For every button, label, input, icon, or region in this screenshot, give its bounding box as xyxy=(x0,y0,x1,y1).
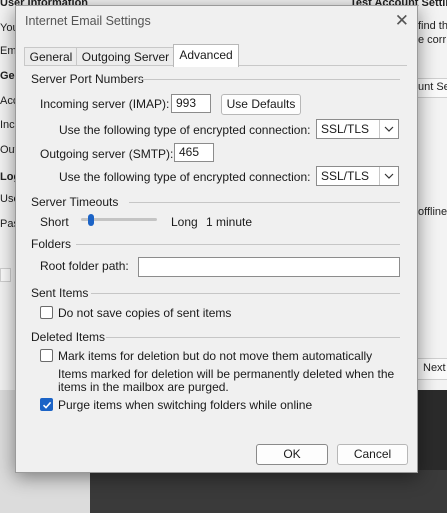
bg-checkbox xyxy=(0,268,11,282)
encryption-label: Use the following type of encrypted conn… xyxy=(59,170,311,184)
divider xyxy=(106,337,400,338)
deletion-note-line2: items in the mailbox are purged. xyxy=(58,380,229,394)
outgoing-port-input[interactable]: 465 xyxy=(174,143,214,162)
root-folder-label: Root folder path: xyxy=(40,259,129,273)
divider xyxy=(140,79,400,80)
divider xyxy=(76,244,400,245)
root-folder-input[interactable] xyxy=(138,257,400,277)
ok-button[interactable]: OK xyxy=(256,444,328,465)
incoming-port-input[interactable]: 993 xyxy=(171,94,211,113)
cancel-button[interactable]: Cancel xyxy=(337,444,408,465)
outgoing-encryption-select[interactable]: SSL/TLS xyxy=(316,166,399,186)
dont-save-sent-label: Do not save copies of sent items xyxy=(58,306,232,320)
timeout-long-label: Long xyxy=(171,215,198,229)
bg-fragment: unt Sett xyxy=(418,81,447,93)
section-sent-items: Sent Items xyxy=(31,286,89,300)
section-server-ports: Server Port Numbers xyxy=(31,72,144,86)
checkmark-icon xyxy=(42,401,52,409)
timeout-value: 1 minute xyxy=(206,215,253,229)
section-server-timeouts: Server Timeouts xyxy=(31,195,119,209)
timeout-slider[interactable] xyxy=(81,213,157,227)
select-value: SSL/TLS xyxy=(321,169,370,183)
mark-for-deletion-checkbox[interactable] xyxy=(40,349,53,362)
bg-fragment: offline xyxy=(418,206,447,218)
chevron-down-icon xyxy=(379,167,398,185)
timeout-short-label: Short xyxy=(40,215,69,229)
background-taskbar xyxy=(90,470,447,513)
bg-next-label: Next xyxy=(423,362,446,374)
tab-advanced[interactable]: Advanced xyxy=(173,44,239,67)
incoming-server-label: Incoming server (IMAP): xyxy=(40,97,170,111)
internet-email-settings-dialog: Internet Email Settings ✕ General Outgoi… xyxy=(15,5,418,473)
close-icon[interactable]: ✕ xyxy=(395,11,409,31)
dialog-title: Internet Email Settings xyxy=(25,14,151,28)
outgoing-server-label: Outgoing server (SMTP): xyxy=(40,147,174,161)
select-value: SSL/TLS xyxy=(321,122,370,136)
purge-items-label: Purge items when switching folders while… xyxy=(58,398,313,412)
bg-fragment: find tha xyxy=(418,20,447,32)
slider-thumb[interactable] xyxy=(88,214,94,226)
divider xyxy=(91,293,400,294)
tab-general[interactable]: General xyxy=(24,47,78,66)
section-folders: Folders xyxy=(31,237,72,251)
chevron-down-icon xyxy=(379,120,398,138)
incoming-encryption-select[interactable]: SSL/TLS xyxy=(316,119,399,139)
use-defaults-button[interactable]: Use Defaults xyxy=(221,94,301,115)
section-deleted-items: Deleted Items xyxy=(31,330,106,344)
bg-fragment: e corr xyxy=(418,34,447,46)
purge-items-checkbox[interactable] xyxy=(40,398,53,411)
mark-for-deletion-label: Mark items for deletion but do not move … xyxy=(58,349,373,363)
dont-save-sent-checkbox[interactable] xyxy=(40,306,53,319)
encryption-label: Use the following type of encrypted conn… xyxy=(59,123,311,137)
tab-outgoing-server[interactable]: Outgoing Server xyxy=(76,47,175,66)
divider xyxy=(129,202,400,203)
